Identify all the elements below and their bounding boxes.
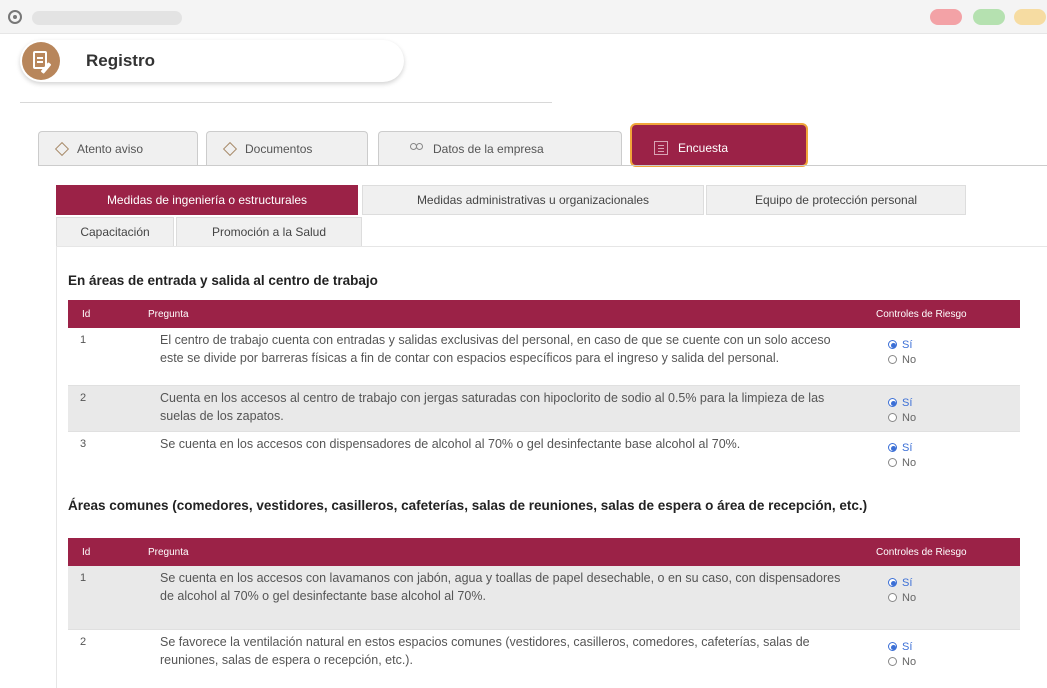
table-header: Id Pregunta Controles de Riesgo <box>68 538 1020 566</box>
radio-empty-icon <box>888 593 897 602</box>
tab-datos-empresa[interactable]: Datos de la empresa <box>378 131 622 165</box>
risk-controls: Sí No <box>888 639 1008 669</box>
address-bar[interactable] <box>32 11 182 25</box>
row-id: 2 <box>80 392 87 404</box>
subtab-promocion-salud[interactable]: Promoción a la Salud <box>176 217 362 247</box>
table-row: 2 Se favorece la ventilación natural en … <box>68 630 1020 678</box>
radio-si[interactable]: Sí <box>888 440 1008 455</box>
subtab-administrativas[interactable]: Medidas administrativas u organizacional… <box>362 185 704 215</box>
warning-icon <box>54 141 70 156</box>
risk-controls: Sí No <box>888 575 1008 605</box>
question-table: Id Pregunta Controles de Riesgo 1 El cen… <box>68 300 1020 472</box>
warning-icon <box>222 141 238 156</box>
radio-si[interactable]: Sí <box>888 575 1008 590</box>
section-title: Áreas comunes (comedores, vestidores, ca… <box>68 498 868 513</box>
tab-label: Documentos <box>245 141 313 156</box>
settings-icon[interactable] <box>8 10 22 24</box>
radio-no[interactable]: No <box>888 352 1008 367</box>
people-icon <box>409 142 423 156</box>
header-question: Pregunta <box>148 547 189 558</box>
subtab-ingenieria[interactable]: Medidas de ingeniería o estructurales <box>56 185 358 215</box>
table-header: Id Pregunta Controles de Riesgo <box>68 300 1020 328</box>
subtab-equipo-proteccion[interactable]: Equipo de protección personal <box>706 185 966 215</box>
question-table: Id Pregunta Controles de Riesgo 1 Se cue… <box>68 538 1020 678</box>
radio-si[interactable]: Sí <box>888 337 1008 352</box>
minimize-window-button[interactable] <box>1014 9 1046 25</box>
radio-selected-icon <box>888 340 897 349</box>
row-id: 1 <box>80 334 87 346</box>
header-controls: Controles de Riesgo <box>876 309 967 320</box>
radio-selected-icon <box>888 578 897 587</box>
tab-label: Datos de la empresa <box>433 141 544 156</box>
table-row: 3 Se cuenta en los accesos con dispensad… <box>68 432 1020 472</box>
tab-label: Atento aviso <box>77 141 144 156</box>
risk-controls: Sí No <box>888 440 1008 470</box>
radio-empty-icon <box>888 458 897 467</box>
table-row: 1 El centro de trabajo cuenta con entrad… <box>68 328 1020 386</box>
row-id: 2 <box>80 636 87 648</box>
row-question: El centro de trabajo cuenta con entradas… <box>160 333 831 365</box>
tab-atento-aviso[interactable]: Atento aviso <box>38 131 198 165</box>
section-title: En áreas de entrada y salida al centro d… <box>68 273 378 288</box>
survey-icon <box>654 141 668 155</box>
registro-icon <box>22 42 60 80</box>
header-question: Pregunta <box>148 309 189 320</box>
radio-empty-icon <box>888 355 897 364</box>
risk-controls: Sí No <box>888 337 1008 367</box>
table-row: 1 Se cuenta en los accesos con lavamanos… <box>68 566 1020 630</box>
radio-selected-icon <box>888 642 897 651</box>
radio-empty-icon <box>888 413 897 422</box>
header-id: Id <box>82 547 91 558</box>
row-id: 3 <box>80 438 87 450</box>
radio-no[interactable]: No <box>888 410 1008 425</box>
radio-empty-icon <box>888 657 897 666</box>
header-controls: Controles de Riesgo <box>876 547 967 558</box>
window-topbar <box>0 0 1047 34</box>
radio-no[interactable]: No <box>888 455 1008 470</box>
radio-no[interactable]: No <box>888 590 1008 605</box>
header-divider <box>20 102 552 103</box>
main-tabs: Atento aviso Documentos Datos de la empr… <box>0 122 1047 167</box>
tab-label: Encuesta <box>678 141 729 155</box>
tabs-divider <box>38 165 1047 166</box>
row-id: 1 <box>80 572 87 584</box>
tab-encuesta[interactable]: Encuesta <box>630 123 808 167</box>
row-question: Se cuenta en los accesos con dispensador… <box>160 437 741 451</box>
maximize-window-button[interactable] <box>973 9 1005 25</box>
close-window-button[interactable] <box>930 9 962 25</box>
radio-selected-icon <box>888 398 897 407</box>
row-question: Cuenta en los accesos al centro de traba… <box>160 391 825 423</box>
registro-header: Registro <box>20 40 404 82</box>
table-row: 2 Cuenta en los accesos al centro de tra… <box>68 386 1020 432</box>
subtab-capacitacion[interactable]: Capacitación <box>56 217 174 247</box>
page-title: Registro <box>86 51 155 70</box>
radio-selected-icon <box>888 443 897 452</box>
row-question: Se cuenta en los accesos con lavamanos c… <box>160 571 841 603</box>
row-question: Se favorece la ventilación natural en es… <box>160 635 810 667</box>
radio-si[interactable]: Sí <box>888 395 1008 410</box>
radio-si[interactable]: Sí <box>888 639 1008 654</box>
tab-documentos[interactable]: Documentos <box>206 131 368 165</box>
risk-controls: Sí No <box>888 395 1008 425</box>
radio-no[interactable]: No <box>888 654 1008 669</box>
header-id: Id <box>82 309 91 320</box>
